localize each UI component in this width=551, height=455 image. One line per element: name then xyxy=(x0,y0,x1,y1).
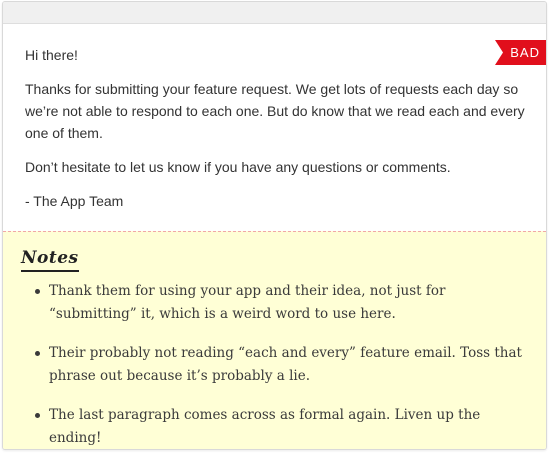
email-signature: - The App Team xyxy=(25,193,124,209)
notes-title: Notes xyxy=(21,248,79,272)
notes-list: Thank them for using your app and their … xyxy=(19,280,526,449)
email-greeting: Hi there! xyxy=(25,47,78,63)
note-text: The last paragraph comes across as forma… xyxy=(49,407,481,446)
note-item: Thank them for using your app and their … xyxy=(35,280,526,326)
bullet-icon xyxy=(35,289,40,294)
bullet-icon xyxy=(35,351,40,356)
bullet-icon xyxy=(35,413,40,418)
card-top-bar xyxy=(3,2,546,24)
notes-panel: Notes Thank them for using your app and … xyxy=(3,231,546,449)
note-text: Their probably not reading “each and eve… xyxy=(49,345,522,384)
email-example: BAD Hi there! Thanks for submitting your… xyxy=(3,24,546,231)
email-body-paragraph-1: Thanks for submitting your feature reque… xyxy=(25,81,525,141)
email-body-paragraph-2: Don’t hesitate to let us know if you hav… xyxy=(25,159,451,175)
note-item: The last paragraph comes across as forma… xyxy=(35,404,526,449)
note-item: Their probably not reading “each and eve… xyxy=(35,342,526,388)
note-text: Thank them for using your app and their … xyxy=(49,283,446,322)
example-card: BAD Hi there! Thanks for submitting your… xyxy=(2,1,547,450)
